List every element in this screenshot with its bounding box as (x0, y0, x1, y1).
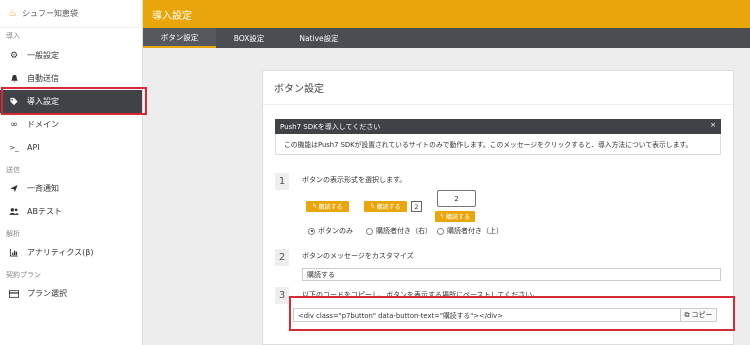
page-title: 導入設定 (152, 10, 192, 22)
sidebar-item-label: 一斉通知 (27, 184, 59, 193)
sidebar-item-analytics[interactable]: アナリティクス(β) (0, 241, 142, 264)
section-label-setup: 導入 (6, 32, 20, 40)
button-settings-card: ボタン設定 Push7 SDKを導入してください × この機能はPush7 SD… (262, 70, 734, 345)
bolt-icon: ϟ (440, 213, 444, 220)
sidebar-item-ab-test[interactable]: ABテスト (0, 200, 142, 223)
page-header: 導入設定 (143, 0, 750, 28)
sidebar-item-label: API (27, 143, 40, 152)
alert-body[interactable]: この機能はPush7 SDKが設置されているサイトのみで動作します。このメッセー… (275, 134, 721, 155)
users-icon (9, 207, 19, 216)
section-label-plan: 契約プラン (6, 271, 41, 279)
sidebar: ♨ シュフー知恵袋 導入 ⚙ 一般設定 自動送信 導入設定 ∞ ドメイン >_ … (0, 0, 143, 345)
step-number-2: 2 (275, 249, 289, 266)
terminal-icon: >_ (9, 143, 19, 152)
radio-label: 購読者付き（右） (376, 227, 432, 235)
bolt-icon: ϟ (370, 203, 375, 210)
radio-subscriber-right[interactable]: 購読者付き（右） (366, 226, 432, 236)
sidebar-item-api[interactable]: >_ API (0, 136, 142, 159)
radio-icon (437, 227, 444, 235)
preview-button-right[interactable]: ϟ 購読する (364, 201, 407, 212)
section-label-analysis: 解析 (6, 230, 20, 238)
sidebar-item-label: 一般設定 (27, 51, 59, 60)
sidebar-item-label: プラン選択 (27, 289, 67, 298)
card-title: ボタン設定 (263, 71, 733, 105)
bottle-icon: ♨ (8, 8, 17, 19)
embed-code-field[interactable]: <div class="p7button" data-button-text="… (293, 308, 681, 322)
brand-name: シュフー知恵袋 (21, 9, 78, 18)
bar-chart-icon (9, 248, 19, 257)
preview-button-only[interactable]: ϟ 購読する (306, 201, 349, 212)
send-icon (9, 184, 19, 193)
sidebar-item-label: ドメイン (27, 120, 59, 129)
sidebar-item-general[interactable]: ⚙ 一般設定 (0, 44, 142, 67)
preview-button-label: 購読する (376, 204, 401, 211)
alert-title: Push7 SDKを導入してください (280, 122, 381, 131)
radio-selected-icon (308, 227, 315, 235)
bell-icon (9, 74, 19, 83)
sidebar-item-label: 導入設定 (27, 97, 59, 106)
embed-code-row: <div class="p7button" data-button-text="… (293, 308, 717, 322)
radio-icon (366, 227, 373, 235)
step-2-label: ボタンのメッセージをカスタマイズ (302, 252, 414, 260)
sidebar-item-label: ABテスト (27, 207, 62, 216)
button-message-input[interactable]: 購読する (302, 268, 721, 281)
tab-button-settings[interactable]: ボタン設定 (143, 28, 216, 48)
sidebar-item-auto-send[interactable]: 自動送信 (0, 67, 142, 90)
alert-header: Push7 SDKを導入してください × (275, 119, 721, 134)
subscriber-count-right: 2 (411, 201, 422, 212)
gear-icon: ⚙ (9, 50, 19, 61)
step-number-1: 1 (275, 173, 289, 190)
step-1-label: ボタンの表示形式を選択します。 (302, 176, 407, 184)
sidebar-item-plan-select[interactable]: プラン選択 (0, 282, 142, 305)
tab-box-settings[interactable]: BOX設定 (216, 28, 282, 48)
sidebar-item-label: アナリティクス(β) (27, 248, 94, 257)
subscriber-count-top: 2 (437, 190, 476, 207)
copy-button[interactable]: ⧉ コピー (681, 308, 717, 322)
preview-button-label: 購読する (445, 214, 470, 221)
link-icon: ∞ (10, 119, 18, 130)
bolt-icon: ϟ (312, 203, 317, 210)
sidebar-item-broadcast[interactable]: 一斉通知 (0, 177, 142, 200)
preview-button-top[interactable]: ϟ 購読する (435, 211, 475, 222)
step-3-label: 以下のコードをコピーし、ボタンを表示する場所にペーストしてください。 (302, 291, 540, 299)
sidebar-item-domain[interactable]: ∞ ドメイン (0, 113, 142, 136)
radio-button-only[interactable]: ボタンのみ (308, 226, 353, 236)
radio-label: 購読者付き（上） (447, 227, 503, 235)
credit-card-icon (9, 289, 19, 298)
sdk-alert[interactable]: Push7 SDKを導入してください × この機能はPush7 SDKが設置され… (275, 119, 721, 155)
tab-bar: ボタン設定 BOX設定 Native設定 (143, 28, 750, 48)
sidebar-item-install-settings[interactable]: 導入設定 (0, 90, 142, 113)
brand[interactable]: ♨ シュフー知恵袋 (0, 0, 142, 28)
radio-label: ボタンのみ (318, 227, 353, 235)
close-icon[interactable]: × (710, 121, 716, 129)
copy-icon: ⧉ (684, 310, 690, 319)
copy-button-label: コピー (691, 311, 713, 319)
tab-native-settings[interactable]: Native設定 (282, 28, 356, 48)
radio-subscriber-top[interactable]: 購読者付き（上） (437, 226, 503, 236)
preview-button-label: 購読する (318, 204, 343, 211)
sidebar-item-label: 自動送信 (27, 74, 59, 83)
step-number-3: 3 (275, 287, 289, 304)
section-label-send: 送信 (6, 166, 20, 174)
tag-icon (9, 97, 19, 106)
